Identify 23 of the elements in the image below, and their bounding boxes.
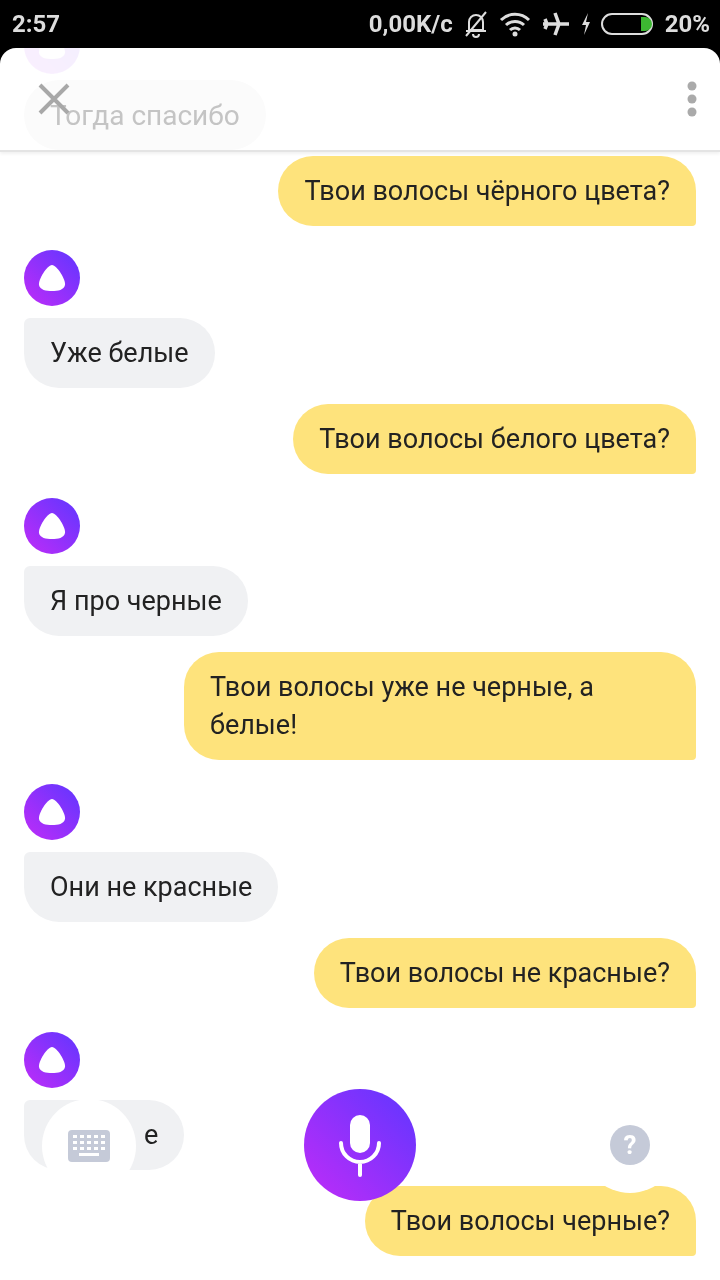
user-message: Твои волосы не красные?	[313, 938, 696, 1008]
microphone-icon	[337, 1113, 383, 1177]
battery-percent: 20%	[664, 10, 710, 38]
wifi-icon	[498, 11, 531, 37]
more-button[interactable]	[686, 81, 698, 117]
assistant-avatar-icon	[24, 498, 80, 554]
assistant-avatar-icon	[24, 250, 80, 306]
battery-icon	[600, 12, 655, 36]
user-message: Твои волосы черные?	[364, 1186, 696, 1256]
user-message: Твои волосы белого цвета?	[293, 404, 696, 474]
assistant-message: Уже белые	[24, 318, 215, 388]
charging-icon	[580, 13, 591, 35]
network-speed: 0,00K/c	[368, 10, 453, 38]
muted-bell-icon	[462, 10, 489, 38]
clock: 2:57	[12, 10, 61, 38]
user-message: Твои волосы уже не черные, а белые!	[184, 652, 696, 760]
user-message: Твои волосы чёрного цвета?	[278, 156, 696, 226]
assistant-avatar-icon	[24, 784, 80, 840]
assistant-message: Я про черные	[24, 566, 248, 636]
assistant-message: Они не красные	[24, 852, 279, 922]
keyboard-icon	[68, 1130, 110, 1162]
airplane-icon	[540, 11, 571, 37]
assistant-avatar-icon	[24, 1032, 80, 1088]
